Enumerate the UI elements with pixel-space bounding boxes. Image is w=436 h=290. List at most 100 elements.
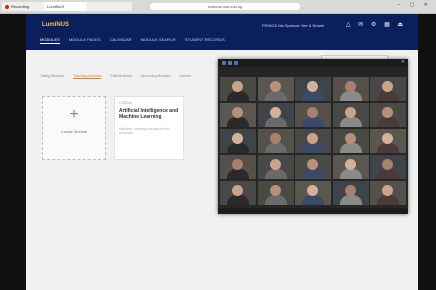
participant-body <box>339 195 362 205</box>
participant-video-tile[interactable] <box>295 181 331 205</box>
nav-student-records[interactable]: STUDENT RECORDS <box>185 37 225 42</box>
tab-teaching[interactable]: Teaching Modules <box>73 74 102 79</box>
course-code: CS3244 <box>119 101 132 105</box>
participant-video-tile[interactable] <box>295 103 331 127</box>
participant-video-tile[interactable] <box>370 129 406 153</box>
participant-face <box>382 185 393 196</box>
browser-tab-luminus[interactable]: LumiNUS <box>44 2 90 11</box>
participant-face <box>307 185 318 196</box>
participant-face <box>269 133 281 144</box>
logo[interactable]: LumiNUS <box>42 22 69 28</box>
participant-body <box>227 117 249 127</box>
right-black-border <box>418 14 436 290</box>
address-bar[interactable]: luminus.nus.edu.sg <box>150 3 300 10</box>
participant-body <box>227 91 249 101</box>
participant-video-tile[interactable] <box>295 77 331 101</box>
nav-modules[interactable]: MODULES <box>40 37 60 44</box>
course-card[interactable]: CS3244 Artificial Intelligence and Machi… <box>114 96 184 160</box>
participant-video-tile[interactable] <box>257 181 294 205</box>
mail-icon[interactable]: ✉ <box>358 22 365 28</box>
participant-face <box>382 159 393 170</box>
participant-video-tile[interactable] <box>257 103 294 127</box>
participant-video-tile[interactable] <box>370 77 406 101</box>
participant-face <box>307 133 318 144</box>
nav-calendar[interactable]: CALENDAR <box>110 37 132 42</box>
participant-video-tile[interactable] <box>370 103 406 127</box>
participant-video-tile[interactable] <box>370 155 406 179</box>
video-call-window[interactable]: ✕ <box>218 59 408 214</box>
course-title: Artificial Intelligence and Machine Lear… <box>119 108 179 120</box>
participant-face <box>307 159 318 170</box>
participant-video-tile[interactable] <box>220 181 256 205</box>
participant-video-tile[interactable] <box>332 181 369 205</box>
participant-video-tile[interactable] <box>257 129 294 153</box>
participant-video-tile[interactable] <box>332 77 369 101</box>
browser-tab-recording[interactable]: Recording <box>2 2 48 11</box>
participant-face <box>344 81 356 92</box>
participant-body <box>339 91 362 101</box>
participant-body <box>339 143 362 153</box>
browser-tab[interactable] <box>86 2 132 11</box>
participant-face <box>344 107 356 118</box>
participant-video-tile[interactable] <box>295 155 331 179</box>
participant-face <box>344 159 356 170</box>
nav-module-search[interactable]: MODULE SEARCH <box>141 37 176 42</box>
participant-face <box>269 159 281 170</box>
participant-face <box>307 81 318 92</box>
participant-video-tile[interactable] <box>332 155 369 179</box>
participant-face <box>232 81 243 92</box>
window-icon <box>228 61 232 65</box>
window-icon <box>222 61 226 65</box>
participant-video-tile[interactable] <box>257 155 294 179</box>
nav-module-pages[interactable]: MODULE PAGES <box>69 37 101 42</box>
tab-archive[interactable]: Archive <box>179 74 191 78</box>
participant-video-tile[interactable] <box>220 103 256 127</box>
window-icon <box>234 61 238 65</box>
grid-icon[interactable]: ▦ <box>384 22 392 28</box>
participant-video-tile[interactable] <box>220 129 256 153</box>
header-icons: △ ✉ ⚙ ▦ ⏏ <box>346 21 407 28</box>
participant-face <box>232 133 243 144</box>
tab-upcoming[interactable]: Upcoming Modules <box>141 74 171 78</box>
participant-face <box>382 81 393 92</box>
participant-video-tile[interactable] <box>220 77 256 101</box>
participant-video-tile[interactable] <box>220 155 256 179</box>
video-window-titlebar[interactable]: ✕ <box>218 59 408 67</box>
participant-face <box>232 107 243 118</box>
participant-body <box>377 117 399 127</box>
plus-icon: + <box>69 106 79 123</box>
participant-body <box>377 143 399 153</box>
participant-video-tile[interactable] <box>295 129 331 153</box>
participant-video-tile[interactable] <box>332 103 369 127</box>
participant-body <box>302 117 324 127</box>
browser-tab-bar: Recording LumiNUS luminus.nus.edu.sg – ▢… <box>0 0 436 14</box>
participant-video-tile[interactable] <box>332 129 369 153</box>
create-module-card[interactable]: + Create Module <box>42 96 106 160</box>
participant-face <box>344 133 356 144</box>
close-icon[interactable]: ✕ <box>401 59 405 65</box>
account-name[interactable]: PRINCE Ma Spencer Yee & Nhanh <box>262 23 324 28</box>
main-nav: MODULES MODULE PAGES CALENDAR MODULE SEA… <box>40 37 233 44</box>
tab-past[interactable]: Past Modules <box>110 74 131 78</box>
participant-body <box>377 195 399 205</box>
participant-video-tile[interactable] <box>370 181 406 205</box>
course-description: Machine Learning course for the semester <box>119 127 170 135</box>
module-tabs: Taking Modules Teaching Modules Past Mod… <box>40 74 199 79</box>
help-icon[interactable]: △ <box>346 22 353 28</box>
participant-body <box>264 91 287 101</box>
participant-face <box>269 107 281 118</box>
video-window-footer <box>218 208 408 214</box>
participant-body <box>264 195 287 205</box>
window-controls[interactable]: – ▢ ✕ <box>398 2 432 8</box>
participant-body <box>377 169 399 179</box>
participant-body <box>227 143 249 153</box>
settings-icon[interactable]: ⚙ <box>371 22 378 28</box>
participant-body <box>227 169 249 179</box>
logout-icon[interactable]: ⏏ <box>397 22 405 28</box>
tab-taking[interactable]: Taking Modules <box>40 74 64 78</box>
left-black-border <box>0 14 26 290</box>
participant-video-tile[interactable] <box>257 77 294 101</box>
participant-body <box>302 169 324 179</box>
participant-body <box>339 117 362 127</box>
participant-body <box>264 117 287 127</box>
